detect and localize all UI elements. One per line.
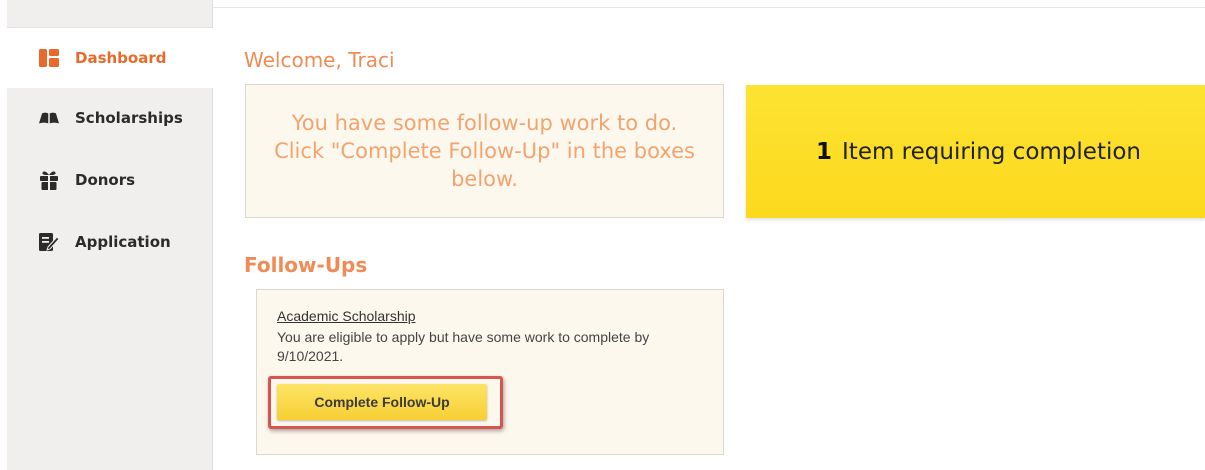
gift-icon <box>39 170 59 190</box>
completion-count: 1 <box>816 138 833 165</box>
sidebar-item-dashboard[interactable]: Dashboard <box>7 28 213 88</box>
dashboard-icon <box>39 48 59 68</box>
sidebar: Dashboard Scholarships Donors Applicatio… <box>7 0 213 470</box>
followup-card: Academic Scholarship You are eligible to… <box>256 289 724 455</box>
completion-summary: 1 Item requiring completion <box>746 85 1205 218</box>
followups-heading: Follow-Ups <box>244 253 368 277</box>
sidebar-top-cap <box>7 0 213 28</box>
sidebar-item-label: Scholarships <box>75 109 183 127</box>
top-divider <box>213 7 1205 8</box>
sidebar-item-label: Application <box>75 233 171 251</box>
completion-label: Item requiring completion <box>842 138 1142 165</box>
sidebar-item-label: Dashboard <box>75 49 167 67</box>
sidebar-item-scholarships[interactable]: Scholarships <box>7 88 213 148</box>
edit-document-icon <box>39 232 59 252</box>
page-title: Welcome, Traci <box>244 48 395 72</box>
book-icon <box>39 108 59 128</box>
sidebar-item-application[interactable]: Application <box>7 212 213 272</box>
sidebar-item-label: Donors <box>75 171 136 189</box>
follow-up-notice: You have some follow-up work to do. Clic… <box>245 84 724 218</box>
sidebar-item-donors[interactable]: Donors <box>7 150 213 210</box>
button-highlight: Complete Follow-Up <box>268 376 503 429</box>
notice-text: You have some follow-up work to do. Clic… <box>274 111 695 191</box>
scholarship-link[interactable]: Academic Scholarship <box>277 308 416 324</box>
followup-description: You are eligible to apply but have some … <box>277 329 650 364</box>
complete-follow-up-button[interactable]: Complete Follow-Up <box>277 384 487 420</box>
